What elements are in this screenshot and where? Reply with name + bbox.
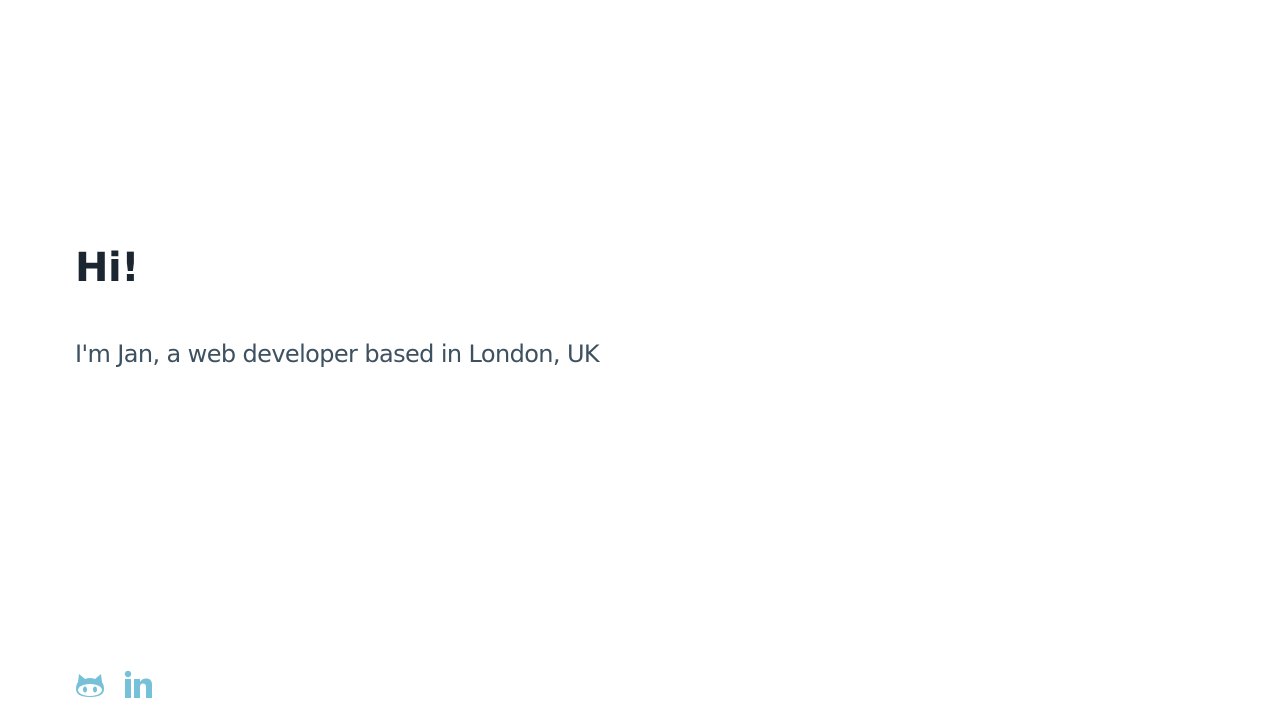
hero-section: Hi!: [75, 240, 139, 296]
linkedin-link[interactable]: [123, 670, 153, 700]
linkedin-icon: [123, 670, 153, 700]
page-title: Hi!: [75, 245, 139, 291]
social-links: [75, 670, 153, 700]
github-icon: [75, 671, 105, 699]
github-link[interactable]: [75, 670, 105, 700]
intro-text: I'm Jan, a web developer based in London…: [75, 340, 600, 368]
